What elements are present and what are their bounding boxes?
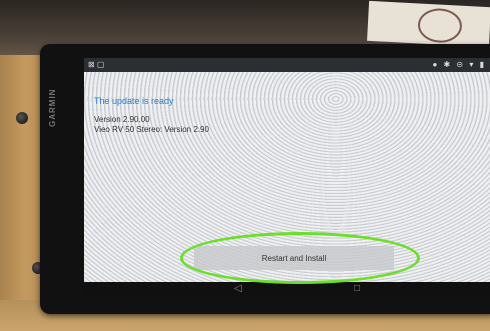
device-screen: ⊠ ▢ ● ✱ ⊝ ▾ ▮ The update is ready Versio… [84,58,490,286]
update-title: The update is ready [94,96,174,106]
status-bar: ⊠ ▢ ● ✱ ⊝ ▾ ▮ [84,58,490,72]
status-right-icons: ● ✱ ⊝ ▾ ▮ [432,60,486,69]
screw [16,112,28,124]
status-left-icons: ⊠ ▢ [88,60,105,69]
android-nav-bar: ◁ □ [84,282,490,298]
background-poster [367,0,490,48]
version-text: Version 2.90.00 [94,115,150,124]
restart-and-install-button[interactable]: Restart and Install [194,246,394,270]
recent-apps-icon[interactable]: □ [354,283,360,294]
brand-logo: GARMIN [48,88,57,128]
back-icon[interactable]: ◁ [234,283,242,294]
component-version-text: Vieo RV 50 Stereo: Version 2.90 [94,125,209,134]
